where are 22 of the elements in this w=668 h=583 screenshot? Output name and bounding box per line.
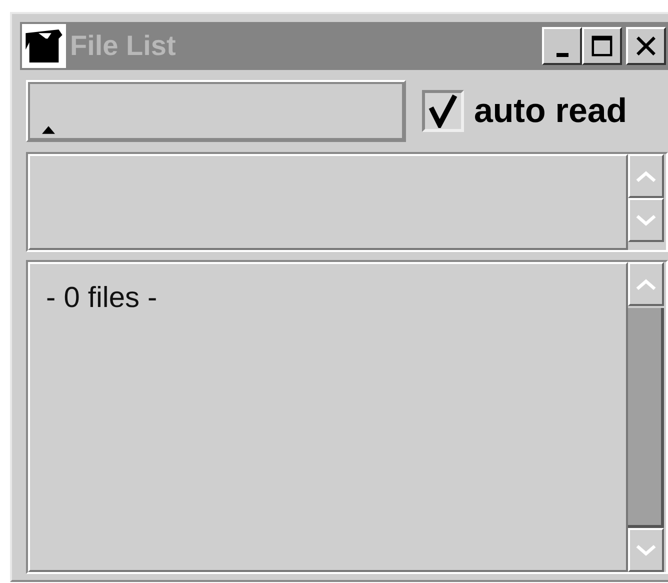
file-count-text: - 0 files - (46, 282, 158, 314)
chevron-up-icon (635, 170, 657, 182)
directory-list[interactable] (28, 154, 628, 250)
auto-read-checkbox[interactable] (422, 90, 464, 132)
chevron-up-icon (635, 278, 657, 290)
scroll-up-button[interactable] (628, 262, 664, 306)
app-icon (22, 24, 66, 68)
checkmark-icon (426, 94, 460, 128)
scroll-down-button[interactable] (628, 198, 664, 242)
scroll-up-button[interactable] (628, 154, 664, 198)
scroll-down-button[interactable] (628, 528, 664, 572)
maximize-button[interactable] (582, 27, 622, 65)
auto-read-label: auto read (474, 92, 628, 130)
chevron-down-icon (635, 544, 657, 556)
scrollbar-thumb[interactable] (628, 308, 664, 528)
file-list[interactable]: - 0 files - (28, 262, 628, 572)
minimize-button[interactable] (542, 27, 582, 65)
chevron-down-icon (635, 214, 657, 226)
close-button[interactable] (626, 27, 666, 65)
triangle-icon (42, 126, 55, 134)
minimize-icon (556, 53, 568, 57)
path-field[interactable] (26, 80, 406, 142)
